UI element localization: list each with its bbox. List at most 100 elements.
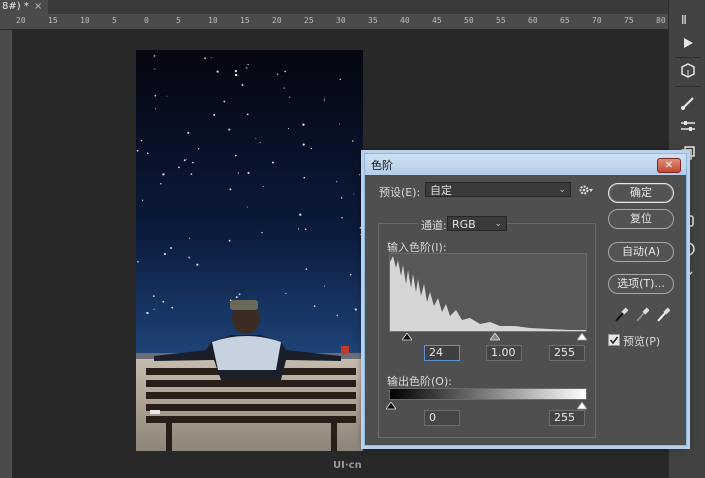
- auto-button[interactable]: 自动(A): [608, 242, 674, 262]
- options-button[interactable]: 选项(T)...: [608, 274, 674, 294]
- star: [359, 226, 362, 229]
- star: [140, 139, 143, 142]
- histogram: [389, 253, 587, 332]
- vertical-ruler: [0, 30, 13, 478]
- channel-label: 通道:: [418, 217, 450, 233]
- star: [303, 176, 306, 179]
- star: [234, 69, 238, 73]
- ruler-tick-label: 45: [432, 16, 442, 25]
- document-tab[interactable]: 8#) * ×: [0, 0, 49, 14]
- star: [223, 100, 226, 103]
- star: [187, 131, 190, 134]
- histogram-graph: [390, 256, 586, 331]
- star: [190, 173, 193, 175]
- preset-label: 预设(E):: [379, 186, 421, 199]
- reset-button[interactable]: 复位: [608, 209, 674, 229]
- star: [152, 295, 155, 297]
- star: [336, 314, 339, 317]
- star: [289, 96, 291, 98]
- ruler-tick-label: 15: [48, 16, 58, 25]
- star: [246, 67, 248, 69]
- horizontal-ruler: 2015105051015202530354045505560657075808…: [0, 14, 698, 30]
- preset-value: 自定: [430, 184, 452, 197]
- play-icon[interactable]: [679, 34, 697, 52]
- close-tab-icon[interactable]: ×: [34, 1, 42, 12]
- preset-select[interactable]: 自定 ⌄: [425, 182, 571, 197]
- star: [360, 233, 362, 236]
- brush-icon[interactable]: [679, 94, 697, 112]
- star: [246, 113, 249, 116]
- black-eyedropper-icon[interactable]: [614, 307, 629, 326]
- night-sky-photo: [136, 50, 363, 451]
- star: [186, 158, 188, 160]
- input-gamma-field[interactable]: 1.00: [486, 345, 522, 361]
- star: [237, 172, 239, 174]
- character-paragraph-icon[interactable]: Ⅱ: [679, 10, 697, 28]
- dialog-titlebar[interactable]: 色阶 ✕: [365, 154, 686, 175]
- star: [276, 73, 279, 75]
- star: [359, 174, 361, 176]
- star: [154, 108, 157, 110]
- star: [166, 95, 168, 97]
- ruler-tick-label: 35: [368, 16, 378, 25]
- ruler-tick-label: 5: [112, 16, 117, 25]
- star: [216, 70, 219, 73]
- input-black-slider[interactable]: [401, 331, 413, 344]
- channel-select[interactable]: RGB ⌄: [447, 216, 507, 231]
- star: [285, 292, 287, 295]
- star: [304, 228, 307, 231]
- input-black-field[interactable]: 24: [424, 345, 460, 361]
- star: [228, 128, 231, 131]
- star: [299, 213, 302, 216]
- star: [136, 149, 139, 152]
- output-black-slider[interactable]: [385, 400, 397, 413]
- ok-button[interactable]: 确定: [608, 183, 674, 203]
- star: [261, 231, 263, 234]
- output-black-field[interactable]: 0: [424, 410, 460, 426]
- gray-eyedropper-icon[interactable]: [635, 307, 650, 326]
- ruler-tick-label: 20: [272, 16, 282, 25]
- star: [247, 63, 249, 66]
- output-levels-label: 输出色阶(O):: [387, 375, 452, 388]
- preview-label: 预览(P): [623, 335, 661, 348]
- star: [354, 308, 357, 311]
- star: [228, 239, 231, 242]
- svg-text:Ⅱ: Ⅱ: [681, 13, 687, 27]
- input-gamma-slider[interactable]: [489, 331, 501, 344]
- preview-checkbox[interactable]: [608, 334, 620, 346]
- star: [234, 73, 238, 77]
- chevron-down-icon: ⌄: [494, 219, 502, 229]
- output-white-field[interactable]: 255: [549, 410, 585, 426]
- ruler-tick-label: 40: [400, 16, 410, 25]
- star: [188, 237, 190, 239]
- star: [247, 171, 250, 174]
- input-white-slider[interactable]: [576, 331, 588, 344]
- star: [255, 137, 257, 139]
- cube-icon[interactable]: [679, 62, 697, 80]
- ruler-tick-label: 65: [560, 16, 570, 25]
- star: [146, 311, 149, 315]
- ruler-tick-label: 70: [592, 16, 602, 25]
- star: [241, 83, 244, 87]
- ruler-tick-label: 80: [656, 16, 666, 25]
- star: [323, 99, 326, 101]
- input-white-field[interactable]: 255: [549, 345, 585, 361]
- white-eyedropper-icon[interactable]: [656, 307, 671, 326]
- star: [324, 96, 325, 98]
- star: [284, 70, 286, 73]
- output-gradient-bar: [389, 388, 587, 400]
- gear-icon[interactable]: [578, 183, 594, 197]
- star: [170, 247, 173, 249]
- star: [196, 263, 199, 266]
- star: [188, 256, 190, 258]
- star: [298, 228, 300, 230]
- star: [341, 217, 343, 219]
- star: [336, 181, 338, 183]
- star: [352, 140, 354, 142]
- close-button[interactable]: ✕: [657, 158, 681, 173]
- star: [313, 305, 316, 307]
- adjustments-icon[interactable]: [679, 117, 697, 135]
- ruler-tick-label: 25: [304, 16, 314, 25]
- star: [302, 143, 305, 146]
- star: [229, 188, 232, 191]
